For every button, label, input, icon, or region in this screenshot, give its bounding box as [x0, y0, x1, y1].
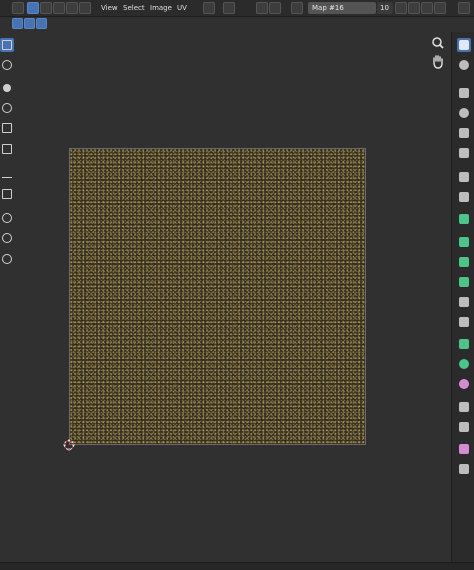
scale-icon[interactable]	[0, 121, 14, 135]
menu-view[interactable]: View	[101, 3, 118, 13]
rail-scale-icon[interactable]	[457, 126, 471, 140]
rail-smooth-icon[interactable]	[457, 377, 471, 391]
rail-cursor-icon[interactable]	[457, 58, 471, 72]
edge-select-icon[interactable]	[53, 2, 65, 14]
select-mode-extend-icon[interactable]	[24, 18, 35, 29]
rail-extrude-icon[interactable]	[457, 235, 471, 249]
rail-bevel-icon[interactable]	[457, 275, 471, 289]
image-name-field[interactable]: Map #16	[308, 2, 376, 14]
uv-texture-image[interactable]	[69, 148, 366, 445]
face-select-icon[interactable]	[66, 2, 78, 14]
sub-header	[0, 17, 474, 31]
rail-loop-cut-icon[interactable]	[457, 295, 471, 309]
box-icon[interactable]	[0, 187, 14, 201]
menu-image[interactable]: Image	[150, 3, 172, 13]
rail-select-icon[interactable]	[457, 38, 471, 52]
2d-cursor-icon[interactable]	[63, 439, 75, 451]
rail-rotate-icon[interactable]	[457, 106, 471, 120]
rail-shrink-icon[interactable]	[457, 420, 471, 434]
rail-inset-icon[interactable]	[457, 255, 471, 269]
rail-rip-icon[interactable]	[457, 462, 471, 476]
pinch-icon[interactable]	[0, 252, 14, 266]
fake-user-icon[interactable]	[395, 2, 407, 14]
transform-icon[interactable]	[0, 142, 14, 156]
rail-add-cube-icon[interactable]	[457, 212, 471, 226]
new-image-icon[interactable]	[408, 2, 420, 14]
annotate-icon[interactable]	[0, 166, 14, 180]
move-icon[interactable]	[0, 81, 14, 95]
grab-icon[interactable]	[0, 211, 14, 225]
rail-edge-slide-icon[interactable]	[457, 400, 471, 414]
navigation-gizmo	[430, 36, 446, 76]
open-image-icon[interactable]	[421, 2, 433, 14]
falloff-icon[interactable]	[269, 2, 281, 14]
pin-icon[interactable]	[458, 2, 470, 14]
users-count: 10	[377, 2, 393, 14]
vertex-select-icon[interactable]	[40, 2, 52, 14]
select-mode-new-icon[interactable]	[12, 18, 23, 29]
rail-measure-icon[interactable]	[457, 190, 471, 204]
pan-hand-icon[interactable]	[430, 54, 446, 70]
rail-annotate-icon[interactable]	[457, 170, 471, 184]
image-browse-icon[interactable]	[291, 2, 303, 14]
unlink-icon[interactable]	[434, 2, 446, 14]
rail-shear-icon[interactable]	[457, 442, 471, 456]
menu-uv[interactable]: UV	[177, 3, 187, 13]
cursor-icon[interactable]	[0, 58, 14, 72]
relax-icon[interactable]	[0, 231, 14, 245]
menu-select[interactable]: Select	[123, 3, 145, 13]
select-box-icon[interactable]	[0, 38, 14, 52]
pivot-icon[interactable]	[203, 2, 215, 14]
rail-transform-icon[interactable]	[457, 146, 471, 160]
rail-spin-icon[interactable]	[457, 357, 471, 371]
editor-type-icon[interactable]	[12, 2, 24, 14]
rotate-icon[interactable]	[0, 101, 14, 115]
proportional-edit-icon[interactable]	[256, 2, 268, 14]
rail-poly-build-icon[interactable]	[457, 337, 471, 351]
sync-selection-icon[interactable]	[27, 2, 39, 14]
snap-icon[interactable]	[223, 2, 235, 14]
select-mode-subtract-icon[interactable]	[36, 18, 47, 29]
rail-move-icon[interactable]	[457, 86, 471, 100]
sticky-mode-icon[interactable]	[79, 2, 91, 14]
rail-knife-icon[interactable]	[457, 315, 471, 329]
editor-header: View Select Image UV Map #16 10	[0, 0, 474, 17]
right-toolbar	[451, 32, 474, 562]
